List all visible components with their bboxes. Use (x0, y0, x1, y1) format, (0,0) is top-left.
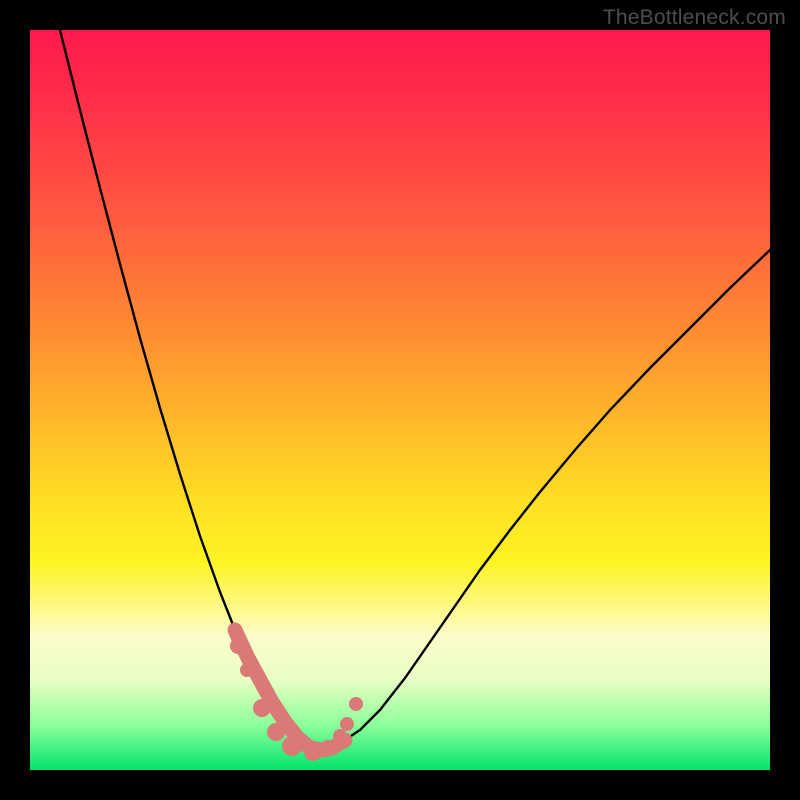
accent-bump (320, 740, 336, 756)
accent-bump (333, 729, 347, 743)
accent-bump (230, 638, 246, 654)
chart-frame: TheBottleneck.com (0, 0, 800, 800)
chart-plot-area (30, 30, 770, 770)
accent-bump (304, 743, 322, 761)
accent-bump (253, 699, 271, 717)
bottleneck-accent-segment (235, 630, 345, 750)
accent-bump (282, 736, 302, 756)
accent-bump (267, 723, 285, 741)
chart-svg (30, 30, 770, 770)
accent-bump (349, 697, 363, 711)
watermark-text: TheBottleneck.com (603, 6, 786, 30)
accent-bump (240, 663, 254, 677)
bottleneck-curve (60, 30, 770, 750)
accent-bump (340, 717, 354, 731)
